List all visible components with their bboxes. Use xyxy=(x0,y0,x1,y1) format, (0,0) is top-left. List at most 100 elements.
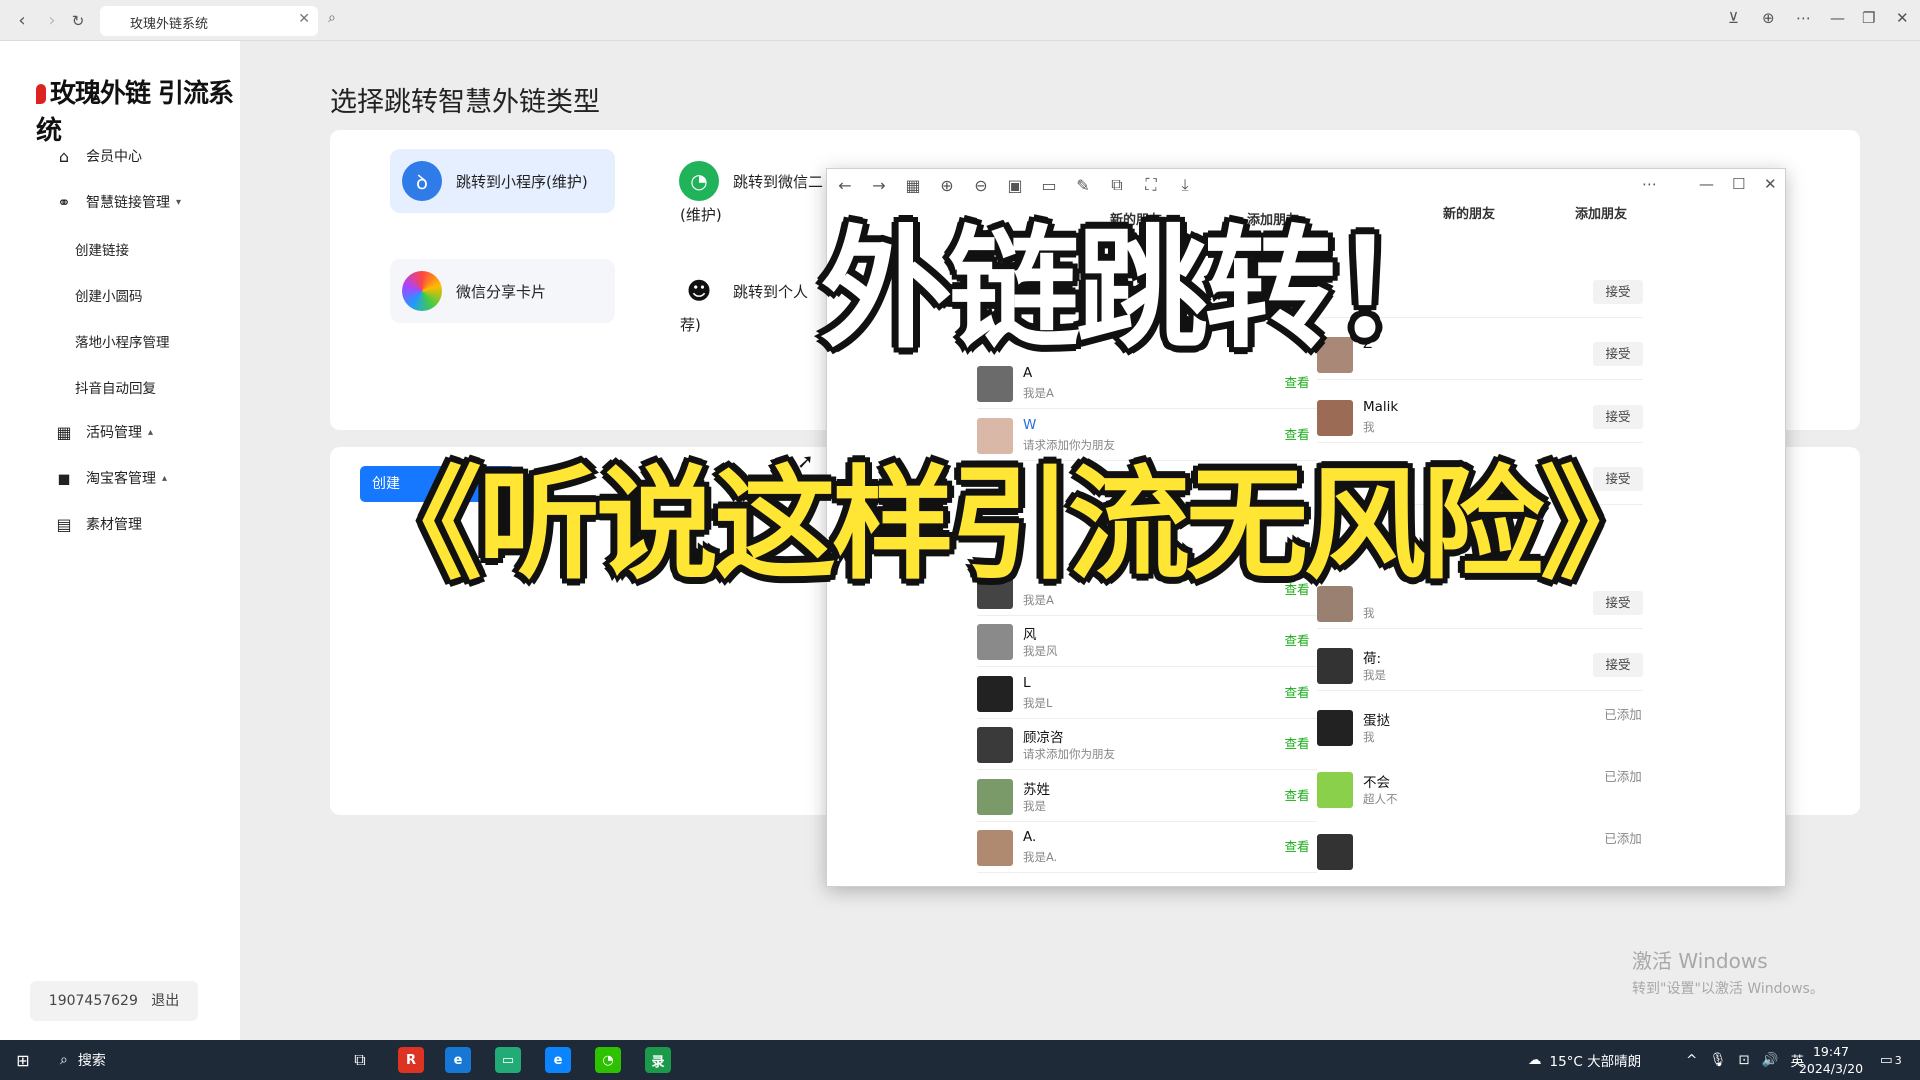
wechat-icon: ◔ xyxy=(595,1047,621,1073)
globe-icon[interactable]: ⊕ xyxy=(1762,9,1775,27)
option-personal-note: 荐) xyxy=(680,316,701,334)
taskbar-app-browser[interactable]: e xyxy=(543,1040,573,1080)
link-icon: ⚭ xyxy=(57,192,71,212)
close-icon[interactable]: ✕ xyxy=(1764,175,1777,193)
next-arrow-icon[interactable]: → xyxy=(869,176,889,195)
folder-icon[interactable]: ▭ xyxy=(1039,176,1059,195)
view-button[interactable]: 查看 xyxy=(1277,629,1317,653)
forward-icon[interactable]: › xyxy=(40,9,64,33)
accept-button[interactable]: 接受 xyxy=(1593,342,1643,366)
taskbar-app-red[interactable]: R xyxy=(396,1040,426,1080)
list-item: 苏姓 我是 查看 xyxy=(977,772,1317,822)
taskbar-app-screen[interactable]: ▭ xyxy=(493,1040,523,1080)
menu-member-center[interactable]: ⌂ 会员中心 xyxy=(54,146,142,166)
added-status: 已添加 xyxy=(1604,831,1642,846)
copy-icon[interactable]: ⧉ xyxy=(1107,175,1127,195)
chevron-up-icon: ▴ xyxy=(148,426,154,438)
system-tray: ^ 🎙 ⊡ 🔊 英 xyxy=(1686,1040,1804,1080)
fit-icon[interactable]: ▣ xyxy=(1005,176,1025,195)
more-icon[interactable]: ⋯ xyxy=(1796,9,1811,27)
avatar xyxy=(1317,772,1353,808)
list-item: 顾凉咨 请求添加你为朋友 查看 xyxy=(977,720,1317,770)
caption-top: 外链跳转！ xyxy=(820,213,1464,367)
weather-icon: ☁ xyxy=(1528,1052,1542,1068)
edit-icon[interactable]: ✎ xyxy=(1073,176,1093,195)
edge-icon: e xyxy=(545,1047,571,1073)
back-icon[interactable]: ‹ xyxy=(10,9,34,33)
submenu-create-link[interactable]: 创建链接 xyxy=(75,239,129,259)
view-button[interactable]: 查看 xyxy=(1277,784,1317,808)
tab-title: 玫瑰外链系统 xyxy=(130,17,209,32)
menu-taobao[interactable]: ◼ 淘宝客管理 ▴ xyxy=(54,468,167,488)
wechat-icon: ◔ xyxy=(679,161,719,201)
avatar xyxy=(977,779,1013,815)
grid-icon[interactable]: ▦ xyxy=(903,176,923,195)
microphone-icon[interactable]: 🎙 xyxy=(1709,1052,1726,1068)
submenu-douyin-reply[interactable]: 抖音自动回复 xyxy=(75,377,156,397)
menu-live-code[interactable]: ▦ 活码管理 ▴ xyxy=(54,422,153,442)
list-item: 荷: 我是 接受 xyxy=(1317,641,1643,691)
more-icon[interactable]: ⋯ xyxy=(1642,175,1657,193)
taskbar-app-wechat[interactable]: ◔ xyxy=(593,1040,623,1080)
home-icon: ⌂ xyxy=(58,146,70,166)
windows-start-icon[interactable]: ⊞ xyxy=(8,1040,38,1080)
weather-widget[interactable]: ☁ 15°C 大部晴朗 xyxy=(1528,1040,1641,1080)
avatar xyxy=(977,830,1013,866)
view-button[interactable]: 查看 xyxy=(1277,371,1317,395)
account-bar: 1907457629 退出 xyxy=(30,981,198,1021)
notification-count: 3 xyxy=(1894,1053,1902,1067)
view-button[interactable]: 查看 xyxy=(1277,732,1317,756)
minimize-icon[interactable]: — xyxy=(1699,175,1714,193)
avatar xyxy=(977,366,1013,402)
chevron-up-icon[interactable]: ^ xyxy=(1686,1052,1697,1068)
chevron-up-icon: ▴ xyxy=(162,472,168,484)
list-item: L 我是L 查看 xyxy=(977,669,1317,719)
crop-icon[interactable]: ⛶ xyxy=(1141,175,1161,195)
zoom-in-icon[interactable]: ⊕ xyxy=(937,176,957,195)
edge-dev-icon: e xyxy=(445,1047,471,1073)
bag-icon: ◼ xyxy=(57,468,71,488)
qrcode-icon: ▦ xyxy=(56,422,72,442)
close-tab-icon[interactable]: ✕ xyxy=(298,11,310,27)
minimize-icon[interactable]: — xyxy=(1830,9,1845,27)
view-button[interactable]: 查看 xyxy=(1277,835,1317,859)
avatar xyxy=(977,624,1013,660)
save-icon[interactable]: ⤓ xyxy=(1175,175,1195,195)
submenu-landing-mini[interactable]: 落地小程序管理 xyxy=(75,331,170,351)
reload-icon[interactable]: ↻ xyxy=(66,9,90,33)
view-button[interactable]: 查看 xyxy=(1277,423,1317,447)
accept-button[interactable]: 接受 xyxy=(1593,653,1643,677)
option-mini-program[interactable]: ꝺ 跳转到小程序(维护) xyxy=(390,149,615,213)
notification-center[interactable]: ▭ 3 xyxy=(1880,1040,1902,1080)
taskbar-clock[interactable]: 19:47 2024/3/20 xyxy=(1796,1043,1866,1077)
avatar xyxy=(977,418,1013,454)
accept-button[interactable]: 接受 xyxy=(1593,280,1643,304)
view-button[interactable]: 查看 xyxy=(1277,681,1317,705)
network-icon[interactable]: ⊡ xyxy=(1738,1052,1749,1068)
zoom-out-icon[interactable]: ⊖ xyxy=(971,176,991,195)
submenu-create-mini-code[interactable]: 创建小圆码 xyxy=(75,285,143,305)
restore-icon[interactable]: ❐ xyxy=(1862,9,1875,27)
maximize-icon[interactable]: ☐ xyxy=(1732,175,1745,193)
download-icon[interactable]: ⊻ xyxy=(1728,9,1739,27)
option-share-card[interactable]: 微信分享卡片 xyxy=(390,259,615,323)
added-status: 已添加 xyxy=(1604,707,1642,722)
menu-material[interactable]: ▤ 素材管理 xyxy=(54,514,142,534)
prev-arrow-icon[interactable]: ← xyxy=(835,176,855,195)
taskbar-search[interactable]: ⌕ 搜索 xyxy=(50,1040,330,1080)
taskbar-app-edge[interactable]: e xyxy=(443,1040,473,1080)
browser-tab[interactable]: 玫瑰外链系统 ✕ xyxy=(100,6,318,36)
task-view-icon[interactable]: ⧉ xyxy=(345,1040,375,1080)
logout-link[interactable]: 退出 xyxy=(151,993,179,1009)
volume-icon[interactable]: 🔊 xyxy=(1762,1052,1779,1068)
search-icon[interactable]: ⌕ xyxy=(328,10,336,26)
chevron-down-icon: ▾ xyxy=(176,196,182,208)
windows-watermark: 激活 Windows 转到"设置"以激活 Windows。 xyxy=(1632,949,1824,997)
list-item: 风 我是风 查看 xyxy=(977,617,1317,667)
menu-smart-link[interactable]: ⚭ 智慧链接管理 ▾ xyxy=(54,192,181,212)
accept-button[interactable]: 接受 xyxy=(1593,405,1643,429)
close-window-icon[interactable]: ✕ xyxy=(1896,9,1909,27)
list-item: A. 我是A. 查看 xyxy=(977,823,1317,873)
taskbar-app-record[interactable]: 录 xyxy=(643,1040,673,1080)
qq-penguin-icon: ☻ xyxy=(679,271,719,311)
